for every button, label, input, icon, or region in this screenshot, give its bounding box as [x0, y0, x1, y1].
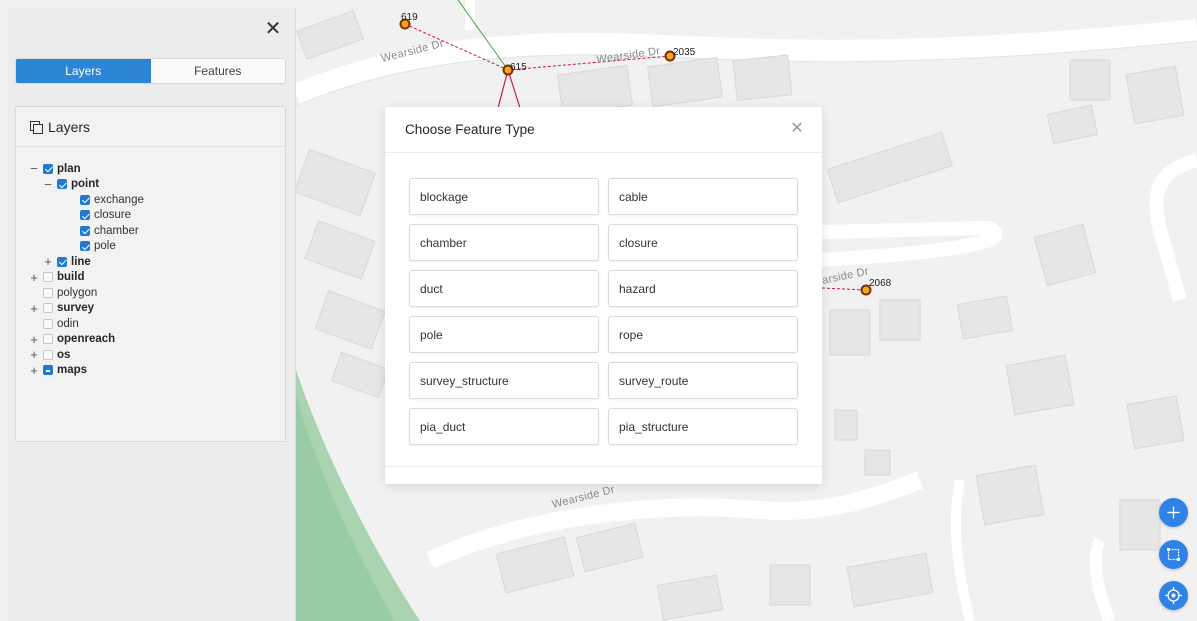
feature-type-button[interactable]: hazard: [608, 270, 798, 307]
layer-tree-item[interactable]: closure: [28, 208, 285, 224]
layer-tree-item[interactable]: − point: [28, 177, 285, 193]
crosshair-icon: [1165, 587, 1182, 604]
feature-type-button[interactable]: survey_structure: [409, 362, 599, 399]
layer-checkbox[interactable]: [43, 287, 53, 298]
side-panel: ✕ Layers Features Layers − plan − point exch…: [8, 8, 296, 621]
layer-checkbox[interactable]: [57, 256, 67, 267]
layer-tree-item[interactable]: − plan: [28, 161, 285, 177]
locate-button[interactable]: [1159, 581, 1188, 610]
layer-tree-item[interactable]: polygon: [28, 285, 285, 301]
road: [819, 220, 1003, 267]
feature-type-button[interactable]: rope: [608, 316, 798, 353]
modal-footer: [385, 466, 822, 484]
plus-icon: [1167, 506, 1180, 519]
feature-type-button[interactable]: closure: [608, 224, 798, 261]
layer-label: odin: [57, 317, 79, 330]
layers-icon: [30, 120, 43, 134]
modal-header: Choose Feature Type ✕: [385, 107, 822, 153]
tab-features[interactable]: Features: [151, 59, 286, 83]
feature-type-button[interactable]: cable: [608, 178, 798, 215]
feature-type-button[interactable]: pole: [409, 316, 599, 353]
feature-type-button[interactable]: duct: [409, 270, 599, 307]
expand-icon[interactable]: +: [28, 363, 40, 378]
layer-tree-item[interactable]: + build: [28, 270, 285, 286]
layer-label: exchange: [94, 193, 144, 206]
layer-label: point: [71, 178, 100, 191]
layer-label: pole: [94, 240, 116, 253]
layers-card-header: Layers: [16, 107, 285, 147]
road: [1089, 537, 1116, 621]
node-label: 2068: [869, 278, 892, 289]
layer-label: build: [57, 271, 85, 284]
layer-tree-item[interactable]: + openreach: [28, 332, 285, 348]
layer-checkbox[interactable]: [43, 163, 53, 174]
road: [1149, 153, 1197, 302]
layer-label: chamber: [94, 224, 139, 237]
layer-checkbox[interactable]: [80, 210, 90, 221]
layer-tree-item[interactable]: + line: [28, 254, 285, 270]
close-icon[interactable]: ✕: [261, 18, 285, 42]
expand-icon[interactable]: +: [28, 347, 40, 362]
node-label: 619: [401, 12, 418, 23]
close-icon[interactable]: ✕: [788, 120, 806, 138]
tab-layers[interactable]: Layers: [16, 59, 151, 83]
road: [950, 479, 975, 621]
node-label: 615: [510, 62, 527, 73]
node-label: 2035: [673, 47, 696, 58]
layer-tree-item[interactable]: + os: [28, 347, 285, 363]
feature-type-button[interactable]: pia_structure: [608, 408, 798, 445]
select-area-button[interactable]: [1159, 540, 1188, 569]
street-label: arside Dr: [821, 265, 870, 287]
layer-tree-item[interactable]: odin: [28, 316, 285, 332]
layer-label: maps: [57, 364, 88, 377]
tab-bar: Layers Features: [15, 58, 286, 84]
layer-tree: − plan − point exchange closure chamber pole + li…: [16, 147, 285, 378]
layer-label: survey: [57, 302, 95, 315]
layer-tree-item[interactable]: pole: [28, 239, 285, 255]
feature-type-grid: blockage cable chamber closure duct hazard pol…: [409, 178, 798, 445]
layer-checkbox[interactable]: [80, 241, 90, 252]
layer-label: openreach: [57, 333, 116, 346]
layer-checkbox[interactable]: [43, 318, 53, 329]
layers-card-title: Layers: [48, 118, 91, 135]
modal-title: Choose Feature Type: [405, 122, 535, 137]
feature-type-button[interactable]: chamber: [409, 224, 599, 261]
modal-body: blockage cable chamber closure duct hazard pol…: [409, 178, 798, 445]
layer-checkbox[interactable]: [80, 194, 90, 205]
crop-icon: [1167, 548, 1180, 561]
layer-checkbox[interactable]: [43, 365, 53, 376]
layer-tree-item[interactable]: chamber: [28, 223, 285, 239]
layer-checkbox[interactable]: [43, 272, 53, 283]
collapse-icon[interactable]: −: [42, 177, 54, 192]
collapse-icon[interactable]: −: [28, 161, 40, 176]
layer-label: closure: [94, 209, 132, 222]
layer-tree-item[interactable]: exchange: [28, 192, 285, 208]
add-button[interactable]: [1159, 498, 1188, 527]
feature-type-button[interactable]: pia_duct: [409, 408, 599, 445]
expand-icon[interactable]: +: [28, 301, 40, 316]
layer-checkbox[interactable]: [57, 179, 67, 190]
layer-label: plan: [57, 162, 81, 175]
layer-tree-item[interactable]: + maps: [28, 363, 285, 379]
layer-label: polygon: [57, 286, 98, 299]
layer-checkbox[interactable]: [43, 349, 53, 360]
layer-tree-item[interactable]: + survey: [28, 301, 285, 317]
layer-label: os: [57, 348, 71, 361]
layer-checkbox[interactable]: [43, 303, 53, 314]
feature-type-button[interactable]: survey_route: [608, 362, 798, 399]
layer-label: line: [71, 255, 91, 268]
layers-card: Layers − plan − point exchange closure chamber…: [15, 106, 286, 442]
expand-icon[interactable]: +: [42, 254, 54, 269]
layer-checkbox[interactable]: [80, 225, 90, 236]
expand-icon[interactable]: +: [28, 332, 40, 347]
expand-icon[interactable]: +: [28, 270, 40, 285]
road: [426, 471, 924, 569]
layer-checkbox[interactable]: [43, 334, 53, 345]
choose-feature-type-modal: Choose Feature Type ✕ blockage cable chamb…: [385, 107, 822, 484]
feature-type-button[interactable]: blockage: [409, 178, 599, 215]
